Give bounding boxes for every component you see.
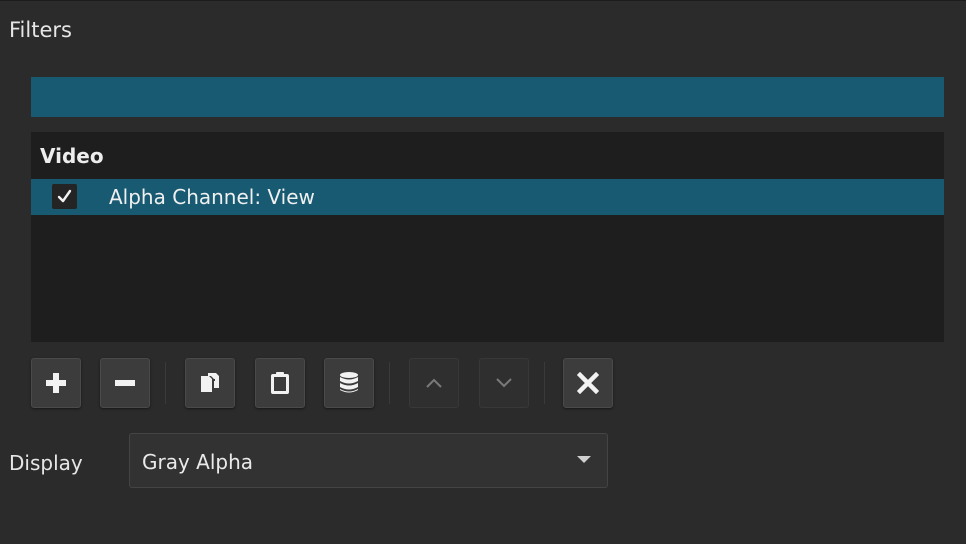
close-icon	[577, 372, 599, 394]
toolbar-separator	[165, 362, 166, 404]
filter-group-header: Video	[40, 144, 104, 168]
minus-icon	[115, 380, 135, 386]
display-select[interactable]: Gray Alpha	[129, 433, 608, 488]
database-icon	[340, 372, 358, 393]
toolbar-separator	[389, 362, 390, 404]
display-select-value: Gray Alpha	[142, 450, 254, 474]
panel-title: Filters	[9, 18, 72, 42]
chevron-down-icon	[496, 378, 512, 388]
copy-filters-button[interactable]	[185, 358, 235, 408]
deselect-button[interactable]	[563, 358, 613, 408]
remove-filter-button[interactable]	[100, 358, 150, 408]
filter-label: Alpha Channel: View	[109, 185, 315, 209]
save-preset-button[interactable]	[324, 358, 374, 408]
filters-panel: Filters Video Alpha Channel: View Displa…	[0, 0, 966, 544]
current-clip-bar[interactable]	[31, 77, 944, 117]
display-label: Display	[9, 451, 83, 475]
dropdown-arrow-icon	[577, 456, 591, 463]
chevron-up-icon	[426, 378, 442, 388]
copy-icon	[201, 373, 219, 392]
filter-toolbar	[31, 358, 631, 410]
move-up-button[interactable]	[409, 358, 459, 408]
filter-enabled-checkbox[interactable]	[52, 184, 77, 209]
add-filter-button[interactable]	[31, 358, 81, 408]
filter-list[interactable]: Video Alpha Channel: View	[31, 132, 944, 342]
clipboard-icon	[271, 372, 289, 394]
plus-icon	[46, 373, 66, 393]
move-down-button[interactable]	[479, 358, 529, 408]
checkmark-icon	[57, 189, 72, 203]
toolbar-separator	[544, 362, 545, 404]
filter-row-alpha-channel-view[interactable]: Alpha Channel: View	[31, 179, 944, 215]
paste-filters-button[interactable]	[255, 358, 305, 408]
